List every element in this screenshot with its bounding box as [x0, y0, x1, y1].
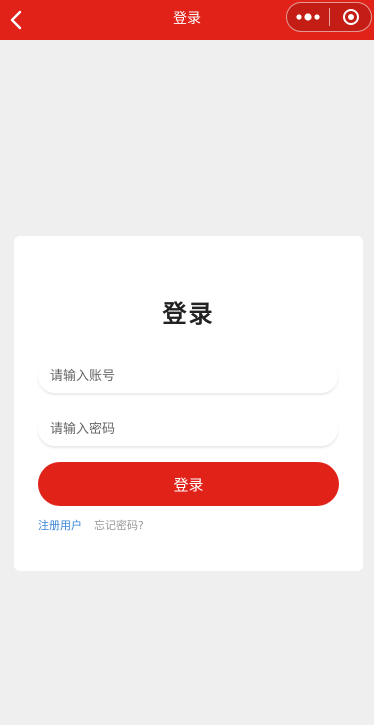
more-dots-icon: [296, 13, 320, 21]
close-button[interactable]: [330, 3, 371, 31]
target-close-icon: [342, 9, 359, 25]
password-input[interactable]: [38, 412, 338, 446]
top-nav-bar: 登录: [0, 0, 374, 40]
forgot-password-link[interactable]: 忘记密码?: [94, 517, 144, 533]
account-input[interactable]: [38, 359, 338, 393]
login-button[interactable]: 登录: [38, 462, 339, 506]
login-card: 登录 登录 注册用户 忘记密码?: [14, 236, 363, 571]
register-link[interactable]: 注册用户: [38, 517, 82, 533]
login-title: 登录: [162, 300, 215, 328]
mini-program-capsule: [286, 2, 372, 32]
auth-links: 注册用户 忘记密码?: [38, 517, 144, 533]
more-button[interactable]: [287, 3, 329, 31]
